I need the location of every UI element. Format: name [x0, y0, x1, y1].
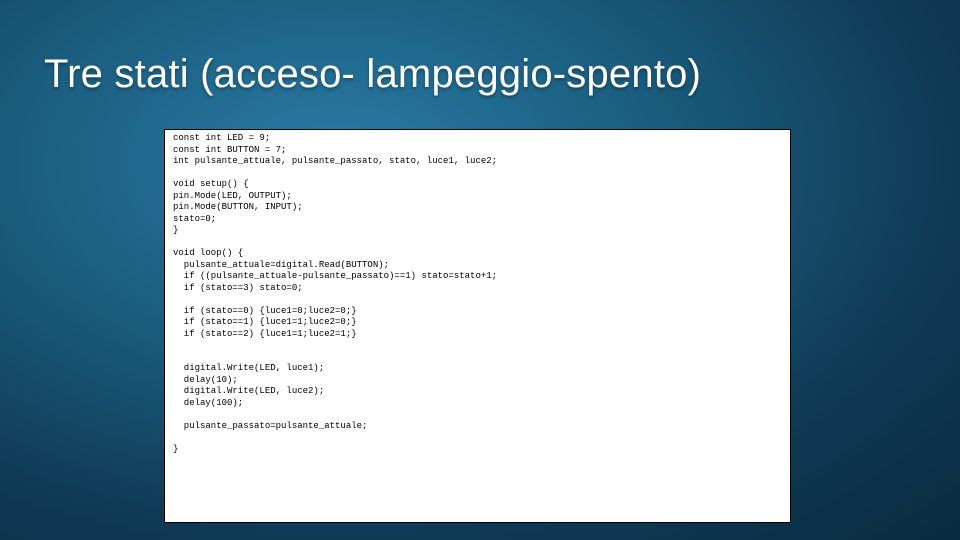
- slide-title: Tre stati (acceso- lampeggio-spento): [44, 52, 916, 97]
- slide: Tre stati (acceso- lampeggio-spento) con…: [0, 0, 960, 540]
- code-block: const int LED = 9; const int BUTTON = 7;…: [164, 129, 791, 523]
